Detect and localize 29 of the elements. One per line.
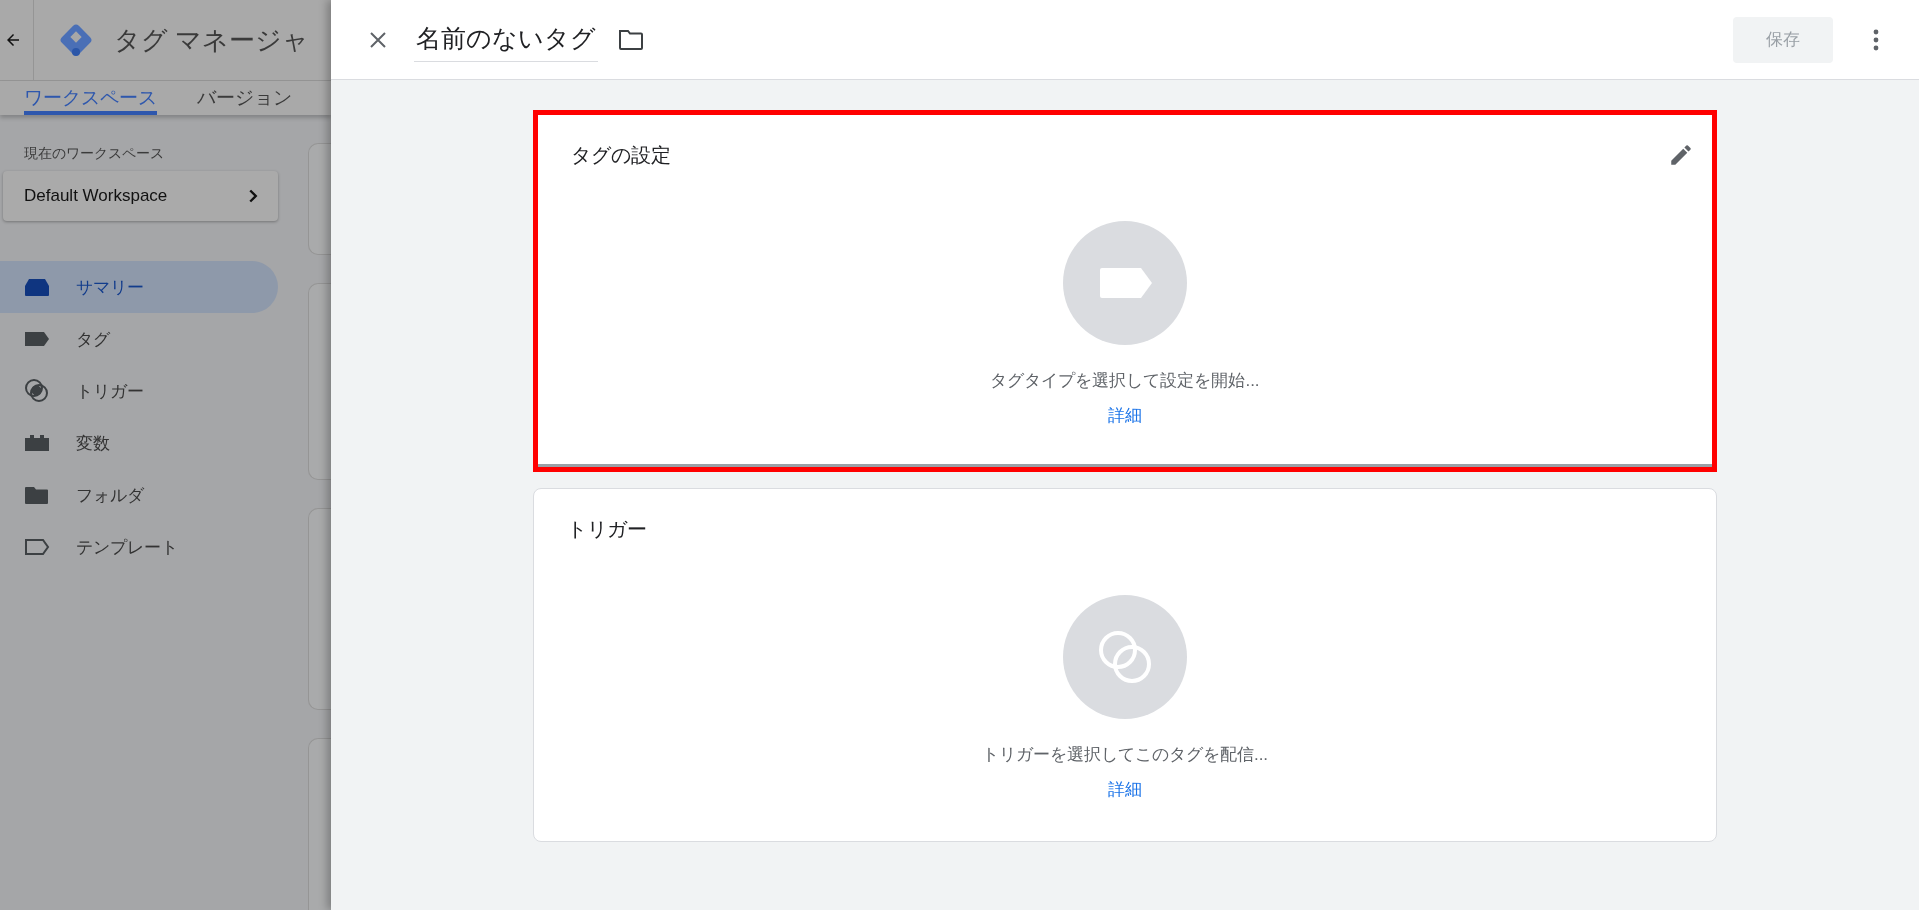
workspace-caption: 現在のワークスペース bbox=[24, 145, 165, 163]
folder-icon bbox=[24, 485, 50, 505]
more-vertical-icon[interactable] bbox=[1873, 28, 1879, 51]
page-tab[interactable]: バージョン bbox=[197, 81, 292, 115]
pencil-icon[interactable] bbox=[1668, 142, 1694, 168]
nav-item[interactable]: サマリー bbox=[0, 261, 278, 313]
nav-item[interactable]: テンプレート bbox=[0, 521, 278, 573]
details-link[interactable]: 詳細 bbox=[1108, 778, 1142, 801]
nav-item[interactable]: タグ bbox=[0, 313, 278, 365]
section-title: トリガー bbox=[567, 516, 647, 542]
details-link[interactable]: 詳細 bbox=[1108, 404, 1142, 427]
page-tab[interactable]: ワークスペース bbox=[24, 81, 157, 115]
tag-icon bbox=[24, 329, 50, 349]
app-title: タグ マネージャ bbox=[114, 23, 310, 57]
nav-item[interactable]: フォルダ bbox=[0, 469, 278, 521]
section-card[interactable]: トリガー トリガーを選択してこのタグを配信... 詳細 bbox=[533, 488, 1717, 842]
tag-outline-icon bbox=[24, 537, 50, 557]
nav-item[interactable]: 変数 bbox=[0, 417, 278, 469]
section-card[interactable]: タグの設定 タグタイプを選択して設定を開始... 詳細 bbox=[533, 110, 1717, 472]
section-prompt: タグタイプを選択して設定を開始... bbox=[990, 370, 1260, 392]
section-title: タグの設定 bbox=[571, 142, 671, 168]
section-prompt: トリガーを選択してこのタグを配信... bbox=[981, 744, 1269, 766]
workspace-selector[interactable]: Default Workspace bbox=[3, 171, 278, 221]
brick-icon bbox=[24, 433, 50, 453]
tray-icon bbox=[24, 277, 50, 297]
overlapping-circles-icon bbox=[24, 378, 50, 404]
tag-name-field[interactable]: 名前のないタグ bbox=[414, 17, 598, 62]
folder-outline-icon[interactable] bbox=[618, 28, 644, 51]
nav-item[interactable]: トリガー bbox=[0, 365, 278, 417]
